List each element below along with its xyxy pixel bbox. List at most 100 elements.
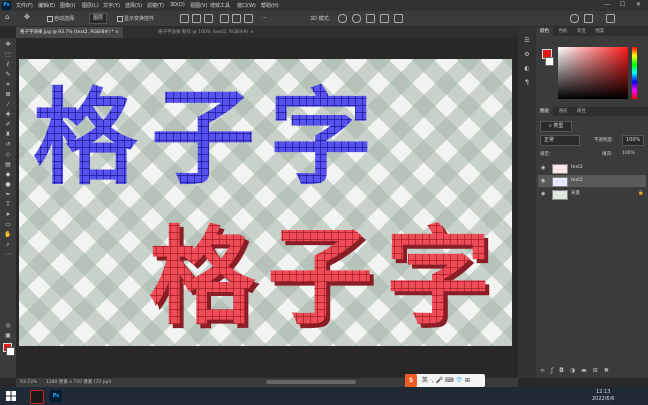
- brush-tool-icon[interactable]: ✐: [4, 121, 12, 128]
- move-tool-icon[interactable]: ✥: [24, 13, 30, 21]
- history-brush-tool-icon[interactable]: ↺: [4, 141, 12, 148]
- menu-layer[interactable]: 图层(L): [82, 2, 99, 9]
- path-selection-tool-icon[interactable]: ➤: [4, 211, 12, 218]
- paragraph-panel-icon[interactable]: ¶: [523, 79, 531, 86]
- align-middle-icon[interactable]: [232, 14, 241, 23]
- adjustments-panel-icon[interactable]: ◐: [523, 65, 531, 72]
- ime-toolbar[interactable]: S 英 ·, 🎤 ⌨ 👕 ⊞: [405, 374, 485, 387]
- close-button[interactable]: ✕: [636, 1, 641, 8]
- delete-layer-icon[interactable]: ✖: [604, 367, 615, 374]
- layer-row-selected[interactable]: ◉ text2: [538, 175, 646, 187]
- tab-paths[interactable]: 路径: [573, 107, 590, 116]
- maximize-button[interactable]: ☐: [620, 1, 625, 8]
- layer-kind-filter[interactable]: ⌕ 类型: [540, 121, 573, 132]
- gradient-tool-icon[interactable]: ▤: [4, 161, 12, 168]
- clone-stamp-tool-icon[interactable]: ♜: [4, 131, 12, 138]
- opacity-field[interactable]: 100%: [622, 135, 645, 146]
- eye-icon[interactable]: ◉: [541, 165, 545, 171]
- horizontal-scrollbar[interactable]: [266, 380, 356, 384]
- eraser-tool-icon[interactable]: ◇: [4, 151, 12, 158]
- workspace-icon[interactable]: [584, 14, 593, 23]
- fill-field[interactable]: 100%: [622, 151, 635, 156]
- dodge-tool-icon[interactable]: ●: [4, 181, 12, 188]
- frame-tool-icon[interactable]: ⊠: [4, 91, 12, 98]
- menu-window[interactable]: 窗口(W): [237, 2, 256, 9]
- home-icon[interactable]: ⌂: [5, 13, 9, 21]
- auto-select-checkbox[interactable]: 自动选择:: [47, 15, 76, 22]
- menu-filter[interactable]: 滤镜(T): [147, 2, 164, 9]
- share-icon[interactable]: [606, 14, 615, 23]
- history-panel-icon[interactable]: ☰: [523, 37, 531, 44]
- more-options-icon[interactable]: ···: [262, 15, 267, 21]
- new-layer-icon[interactable]: ⊞: [593, 367, 604, 374]
- eyedropper-tool-icon[interactable]: ⁄: [4, 101, 12, 108]
- eye-icon[interactable]: ◉: [541, 178, 545, 184]
- windows-start-icon[interactable]: [6, 391, 16, 401]
- pan-3d-icon[interactable]: [366, 14, 375, 23]
- hand-tool-icon[interactable]: ✋: [4, 231, 12, 238]
- menu-edit[interactable]: 编辑(E): [38, 2, 55, 9]
- tab-color[interactable]: 颜色: [536, 27, 553, 36]
- system-clock[interactable]: 12:13 2022/6/6: [592, 389, 614, 403]
- link-layers-icon[interactable]: ∞: [540, 367, 551, 374]
- crop-tool-icon[interactable]: ⌗: [4, 81, 12, 88]
- zoom-level[interactable]: 93.73%: [20, 378, 37, 387]
- search-icon[interactable]: [570, 14, 579, 23]
- blend-mode-dropdown[interactable]: 正常: [540, 135, 580, 146]
- new-group-icon[interactable]: ▬: [581, 367, 593, 374]
- align-top-icon[interactable]: [220, 14, 229, 23]
- eye-icon[interactable]: ◉: [541, 191, 545, 197]
- menu-help[interactable]: 帮助(H): [261, 2, 279, 9]
- tab-channels[interactable]: 通道: [554, 107, 571, 116]
- recorder-app-icon[interactable]: [30, 390, 44, 404]
- lasso-tool-icon[interactable]: ℓ: [4, 61, 12, 68]
- menu-image[interactable]: 图像(I): [60, 2, 75, 9]
- tab-layers[interactable]: 图层: [536, 107, 553, 116]
- roll-3d-icon[interactable]: [352, 14, 361, 23]
- show-transform-checkbox[interactable]: 显示变换控件: [117, 15, 154, 22]
- tab-swatches[interactable]: 色板: [554, 27, 571, 36]
- panel-background-swatch[interactable]: [545, 57, 554, 66]
- tab-document-2[interactable]: 格子字效果 制作 @ 100% (text2, RGB/8#) ×: [154, 27, 258, 38]
- add-mask-icon[interactable]: ◘: [559, 367, 570, 374]
- orbit-3d-icon[interactable]: [338, 14, 347, 23]
- scale-3d-icon[interactable]: [394, 14, 403, 23]
- tab-document-1[interactable]: 格子字效果.jpg @ 93.7% (text2, RGB/8#) * ×: [16, 27, 123, 38]
- menu-file[interactable]: 文件(F): [16, 2, 33, 9]
- tab-patterns[interactable]: 图案: [591, 27, 608, 36]
- menu-type[interactable]: 文字(Y): [103, 2, 120, 9]
- menu-select[interactable]: 选择(S): [125, 2, 142, 9]
- menu-view[interactable]: 视图(V): [190, 2, 207, 9]
- layer-style-icon[interactable]: ƒ: [551, 367, 559, 374]
- properties-panel-icon[interactable]: ⚙: [523, 51, 531, 58]
- move-tool-icon[interactable]: ✥: [4, 41, 12, 48]
- align-right-icon[interactable]: [204, 14, 213, 23]
- slide-3d-icon[interactable]: [380, 14, 389, 23]
- tab-gradients[interactable]: 渐变: [573, 27, 590, 36]
- type-tool-icon[interactable]: T: [4, 201, 12, 208]
- background-color-swatch[interactable]: [6, 347, 15, 356]
- menu-3d[interactable]: 3D(D): [170, 2, 185, 8]
- blur-tool-icon[interactable]: ◆: [4, 171, 12, 178]
- align-bottom-icon[interactable]: [244, 14, 253, 23]
- color-picker-field[interactable]: [558, 47, 628, 99]
- photoshop-taskbar-icon[interactable]: Ps: [50, 390, 62, 402]
- marquee-tool-icon[interactable]: ⬚: [4, 51, 12, 58]
- layer-row[interactable]: ◉ 背景 🔒: [538, 188, 646, 200]
- more-tools-icon[interactable]: ⋯: [4, 251, 12, 258]
- align-center-icon[interactable]: [192, 14, 201, 23]
- quick-mask-icon[interactable]: ◎: [4, 322, 12, 329]
- screen-mode-icon[interactable]: ▣: [4, 332, 12, 339]
- zoom-tool-icon[interactable]: ⌕: [4, 241, 12, 248]
- healing-brush-tool-icon[interactable]: ✚: [4, 111, 12, 118]
- document-canvas[interactable]: 格子字 格子字 格子字: [19, 59, 512, 346]
- align-left-icon[interactable]: [180, 14, 189, 23]
- pen-tool-icon[interactable]: ✒: [4, 191, 12, 198]
- quick-select-tool-icon[interactable]: ✎: [4, 71, 12, 78]
- adjustment-layer-icon[interactable]: ◑: [570, 367, 581, 374]
- hue-slider[interactable]: [632, 47, 637, 99]
- menu-plugins[interactable]: 增效工具: [210, 2, 230, 9]
- auto-select-dropdown[interactable]: 图层: [89, 13, 108, 24]
- minimize-button[interactable]: —: [604, 1, 610, 8]
- rectangle-tool-icon[interactable]: ▭: [4, 221, 12, 228]
